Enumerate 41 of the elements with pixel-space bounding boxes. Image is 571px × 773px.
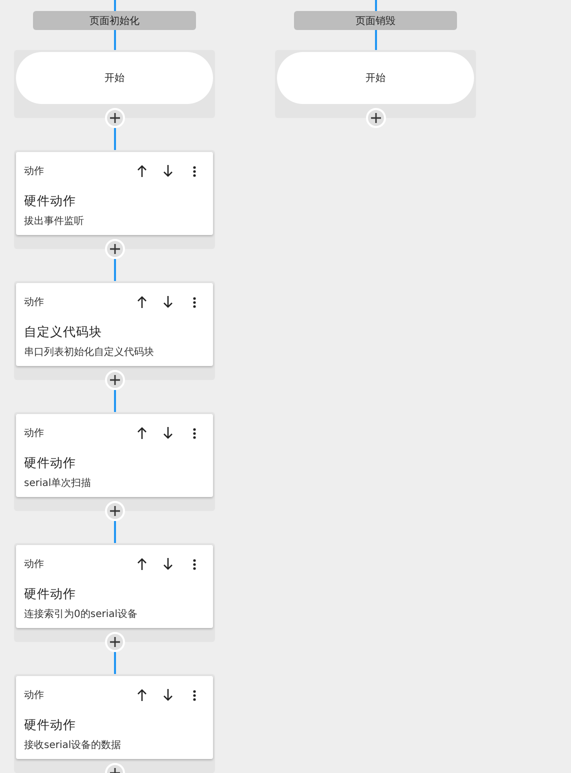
up-arrow-icon bbox=[137, 558, 147, 570]
up-arrow-icon bbox=[137, 689, 147, 701]
action-title: 硬件动作 bbox=[24, 717, 77, 734]
more-icon bbox=[192, 428, 196, 438]
up-arrow-icon bbox=[137, 165, 147, 177]
add-step-button[interactable] bbox=[366, 108, 386, 128]
action-description: 拔出事件监听 bbox=[24, 214, 85, 228]
down-arrow-icon bbox=[163, 165, 173, 177]
up-arrow-icon bbox=[137, 427, 147, 439]
action-description: serial单次扫描 bbox=[24, 476, 92, 490]
up-arrow-icon bbox=[137, 296, 147, 308]
action-title: 硬件动作 bbox=[24, 586, 77, 603]
start-node[interactable]: 开始 bbox=[16, 52, 213, 104]
down-arrow-icon bbox=[163, 689, 173, 701]
action-description: 接收serial设备的数据 bbox=[24, 738, 122, 752]
plus-icon bbox=[110, 375, 120, 385]
action-title: 硬件动作 bbox=[24, 455, 77, 472]
plus-icon bbox=[110, 244, 120, 254]
action-description: 串口列表初始化自定义代码块 bbox=[24, 346, 155, 359]
plus-icon bbox=[110, 506, 120, 516]
action-type-label: 动作 bbox=[24, 427, 45, 440]
action-type-label: 动作 bbox=[24, 558, 45, 571]
plus-icon bbox=[110, 637, 120, 647]
flow-title: 页面初始化 bbox=[33, 11, 196, 30]
plus-icon bbox=[370, 113, 380, 123]
more-icon bbox=[192, 558, 196, 570]
action-type-label: 动作 bbox=[24, 689, 45, 702]
action-title: 自定义代码块 bbox=[24, 324, 103, 341]
action-description: 连接索引为0的serial设备 bbox=[24, 608, 139, 621]
down-arrow-icon bbox=[163, 427, 173, 439]
plus-icon bbox=[110, 113, 120, 123]
flow-title: 页面销毁 bbox=[294, 11, 457, 30]
action-title: 硬件动作 bbox=[24, 193, 77, 210]
more-icon bbox=[192, 690, 196, 700]
start-node[interactable]: 开始 bbox=[277, 52, 474, 104]
action-type-label: 动作 bbox=[24, 296, 45, 309]
more-icon bbox=[192, 296, 196, 308]
down-arrow-icon bbox=[163, 296, 173, 308]
more-icon bbox=[192, 166, 196, 176]
action-type-label: 动作 bbox=[24, 165, 45, 178]
down-arrow-icon bbox=[163, 558, 173, 570]
